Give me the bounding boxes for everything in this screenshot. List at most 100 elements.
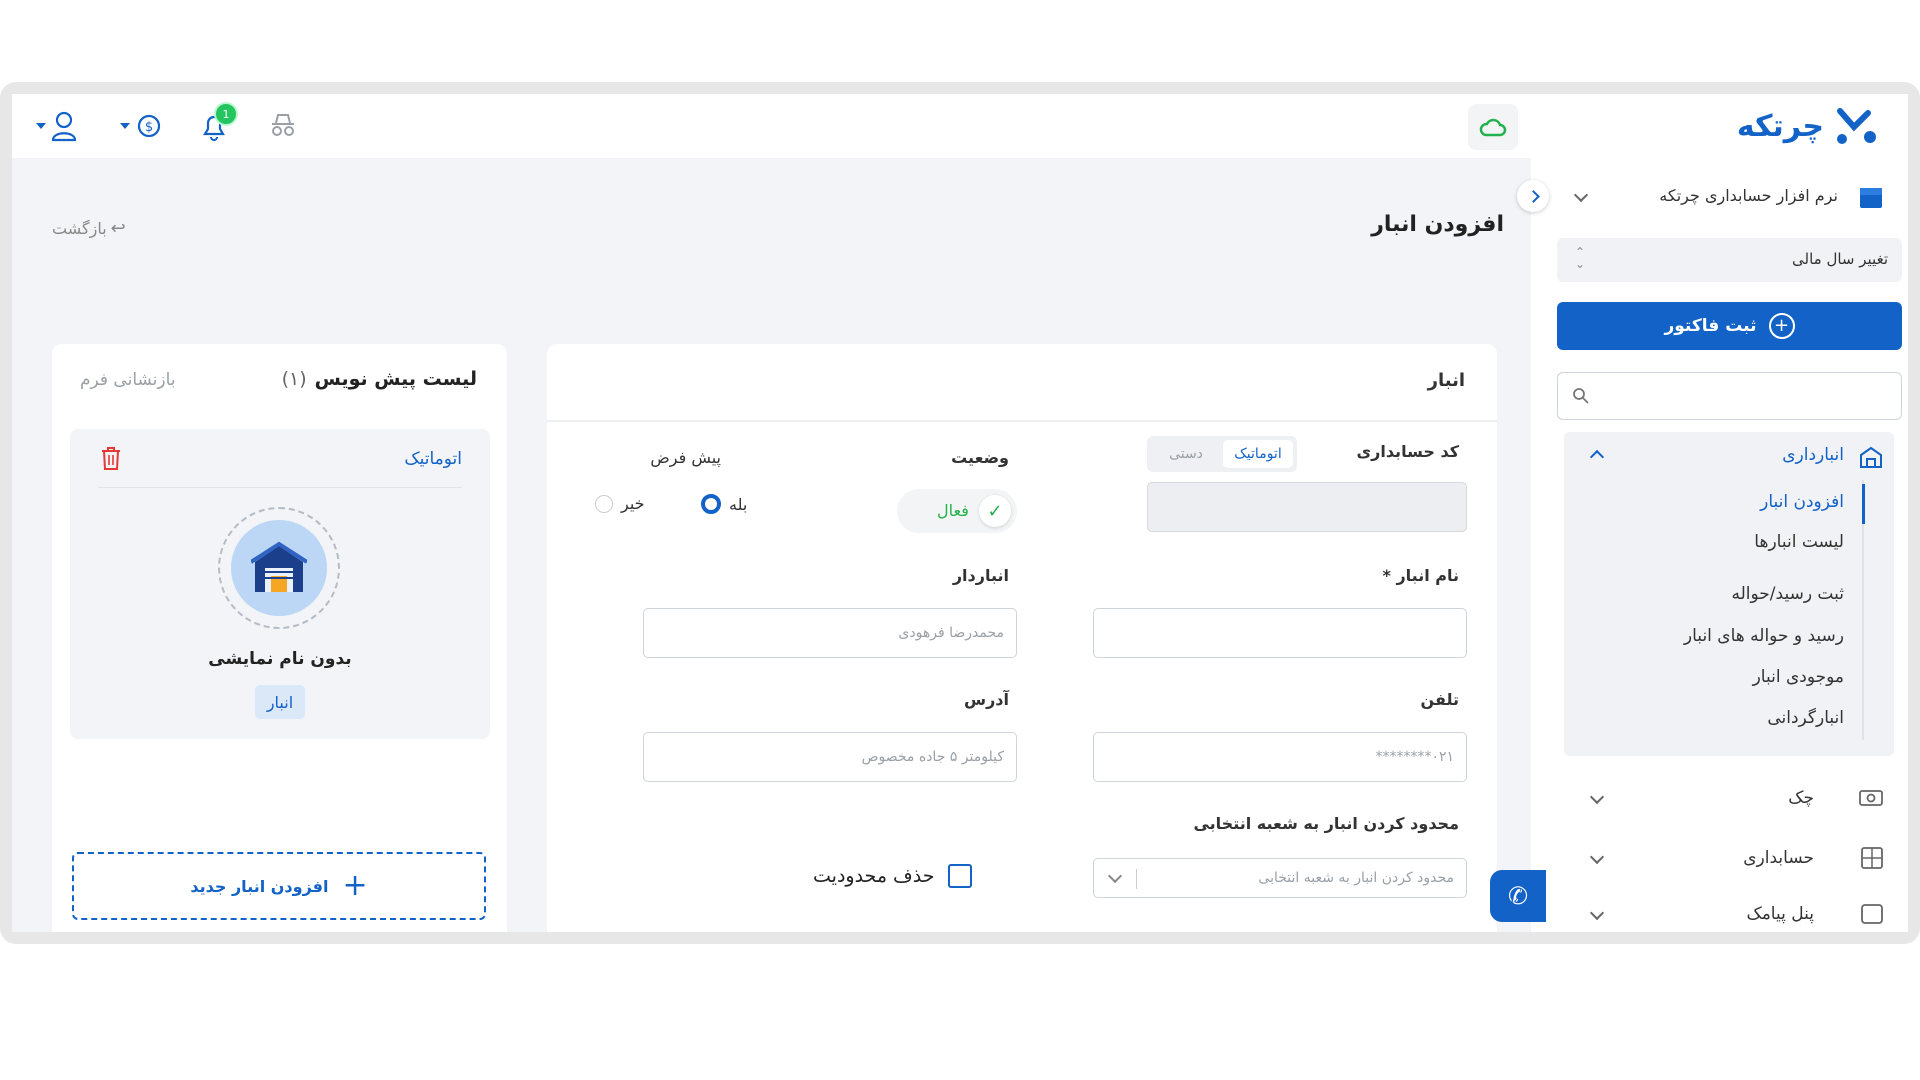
radio-yes[interactable]: بله	[701, 494, 747, 514]
checkbox-icon	[948, 864, 973, 888]
check-circle-icon: ✓	[979, 495, 1011, 527]
company-name: نرم افزار حسابداری چرتکه	[1659, 186, 1838, 205]
cloud-sync-button[interactable]	[1468, 104, 1518, 150]
notification-badge: 1	[214, 102, 238, 126]
submenu-active-indicator	[1862, 484, 1865, 524]
draft-item-card[interactable]: اتوماتیک بدون نام نمایشی انبار	[70, 429, 490, 739]
company-selector[interactable]: نرم افزار حسابداری چرتکه	[1564, 180, 1884, 214]
chevron-down-icon	[1107, 868, 1123, 884]
radio-no-label: خیر	[621, 494, 645, 513]
sidebar-item-inventory[interactable]: موجودی انبار	[1753, 667, 1844, 687]
sort-arrows-icon: ⌃ ⌄	[1575, 245, 1586, 271]
sidebar-item-add-warehouse[interactable]: افزودن انبار	[1760, 492, 1844, 512]
status-label: وضعیت	[951, 448, 1009, 467]
toggle-manual[interactable]: دستی	[1151, 440, 1221, 468]
chevron-down-icon	[1589, 849, 1605, 865]
back-label: بازگشت	[52, 219, 107, 238]
select-divider	[1136, 869, 1137, 889]
accounting-code-input[interactable]	[1147, 482, 1467, 532]
default-label: پیش فرض	[650, 448, 721, 467]
sidebar-collapse-button[interactable]	[1517, 180, 1549, 212]
invoice-button-label: ثبت فاکتور	[1664, 316, 1757, 336]
plus-icon: +	[342, 868, 368, 903]
warehouse-name-input[interactable]	[1093, 608, 1467, 658]
draft-list-card: لیست پیش نویس (۱) بازنشانی فرم اتوماتیک …	[52, 344, 507, 932]
sidebar-item-accounting[interactable]: حسابداری	[1564, 840, 1894, 880]
support-call-button[interactable]: ✆	[1490, 870, 1546, 922]
calculator-icon	[1861, 847, 1883, 869]
back-arrow-icon: ↩	[110, 218, 126, 239]
warehouse-menu-header[interactable]: انبارداری	[1564, 432, 1894, 480]
chevron-up-icon	[1589, 449, 1605, 465]
code-mode-toggle: اتوماتیک دستی	[1147, 436, 1297, 472]
status-value: فعال	[937, 501, 969, 520]
avatar-circle	[231, 520, 327, 616]
user-menu[interactable]	[36, 110, 78, 142]
finance-menu[interactable]: $	[120, 110, 164, 142]
chevron-down-icon	[1589, 789, 1605, 805]
warehouse-form-card: انبار کد حسابداری اتوماتیک دستی وضعیت فع…	[547, 344, 1497, 932]
sidebar-item-receipt[interactable]: ثبت رسید/حواله	[1731, 584, 1844, 604]
plus-circle-icon: +	[1768, 313, 1795, 339]
sidebar-item-stocktaking[interactable]: انبارگردانی	[1767, 708, 1844, 728]
radio-yes-label: بله	[729, 494, 748, 514]
warehouse-section-label: انبارداری	[1782, 445, 1844, 465]
address-placeholder: کیلومتر ۵ جاده مخصوص	[861, 749, 1004, 765]
logo: چرتکه	[1737, 104, 1878, 148]
radio-no[interactable]: خیر	[595, 494, 645, 513]
notifications-button[interactable]: 1	[200, 102, 240, 144]
incognito-button[interactable]	[268, 110, 298, 144]
remove-limit-checkbox[interactable]: حذف محدودیت	[813, 864, 973, 888]
logo-text: چرتکه	[1736, 108, 1824, 144]
trash-icon[interactable]	[100, 445, 122, 471]
accounting-label: حسابداری	[1743, 848, 1814, 868]
user-icon	[51, 111, 77, 142]
chevron-down-icon	[1589, 905, 1605, 921]
sidebar: نرم افزار حسابداری چرتکه تغییر سال مالی …	[1517, 158, 1908, 932]
page-title: افزودن انبار	[1371, 212, 1504, 237]
invoice-button[interactable]: ثبت فاکتور +	[1557, 302, 1902, 350]
keeper-placeholder: محمدرضا فرهودی	[898, 625, 1004, 641]
search-icon	[1573, 388, 1589, 404]
dropdown-caret-icon	[120, 123, 130, 129]
address-label: آدرس	[964, 690, 1009, 709]
branch-select[interactable]: محدود کردن انبار به شعبه انتخابی	[1093, 858, 1467, 898]
warehouse-menu-panel: انبارداری افزودن انبار لیست انبارها ثبت …	[1564, 432, 1894, 756]
toggle-auto[interactable]: اتوماتیک	[1223, 440, 1293, 468]
message-icon	[1861, 904, 1883, 924]
keeper-input[interactable]: محمدرضا فرهودی	[643, 608, 1017, 658]
remove-limit-label: حذف محدودیت	[813, 865, 935, 887]
fiscal-year-selector[interactable]: تغییر سال مالی ⌃ ⌄	[1557, 238, 1902, 282]
dropdown-caret-icon	[36, 123, 46, 129]
draft-item-code: اتوماتیک	[404, 449, 462, 469]
status-toggle[interactable]: فعال ✓	[897, 489, 1017, 533]
draft-count: (۱)	[281, 368, 307, 390]
reset-form-button[interactable]: بازنشانی فرم	[80, 370, 176, 390]
keeper-label: انباردار	[952, 566, 1009, 585]
cloud-icon	[1479, 118, 1507, 137]
cash-icon	[1859, 790, 1883, 806]
section-divider	[547, 420, 1497, 422]
chevron-down-icon	[1573, 187, 1589, 203]
back-link[interactable]: ↩ بازگشت	[52, 218, 126, 239]
sidebar-search-input[interactable]	[1557, 372, 1902, 420]
phone-input[interactable]: ۰۲۱********	[1093, 732, 1467, 782]
address-input[interactable]: کیلومتر ۵ جاده مخصوص	[643, 732, 1017, 782]
app-screen: چرتکه $ 1 نرم افزار حسابداری چرتکه تغییر…	[12, 94, 1908, 932]
sidebar-item-partial[interactable]: پنل پیامک	[1564, 896, 1894, 932]
warehouse-building-icon	[251, 541, 307, 592]
draft-item-tag: انبار	[255, 685, 305, 719]
sidebar-item-warehouse-list[interactable]: لیست انبارها	[1754, 532, 1844, 552]
warehouse-name-label: نام انبار *	[1382, 566, 1460, 585]
sidebar-item-cheque[interactable]: چک	[1564, 780, 1894, 820]
logo-icon	[1837, 108, 1876, 144]
add-new-warehouse-button[interactable]: افزودن انبار جدید +	[72, 852, 486, 920]
warehouse-avatar	[218, 507, 340, 629]
phone-placeholder: ۰۲۱********	[1375, 749, 1454, 765]
radio-empty-icon	[595, 494, 613, 513]
form-section-title: انبار	[1427, 370, 1465, 391]
cheque-label: چک	[1788, 788, 1814, 808]
fiscal-year-label: تغییر سال مالی	[1792, 250, 1888, 268]
sidebar-item-receipts-list[interactable]: رسید و حواله های انبار	[1684, 626, 1844, 646]
phone-icon: ✆	[1507, 882, 1529, 910]
